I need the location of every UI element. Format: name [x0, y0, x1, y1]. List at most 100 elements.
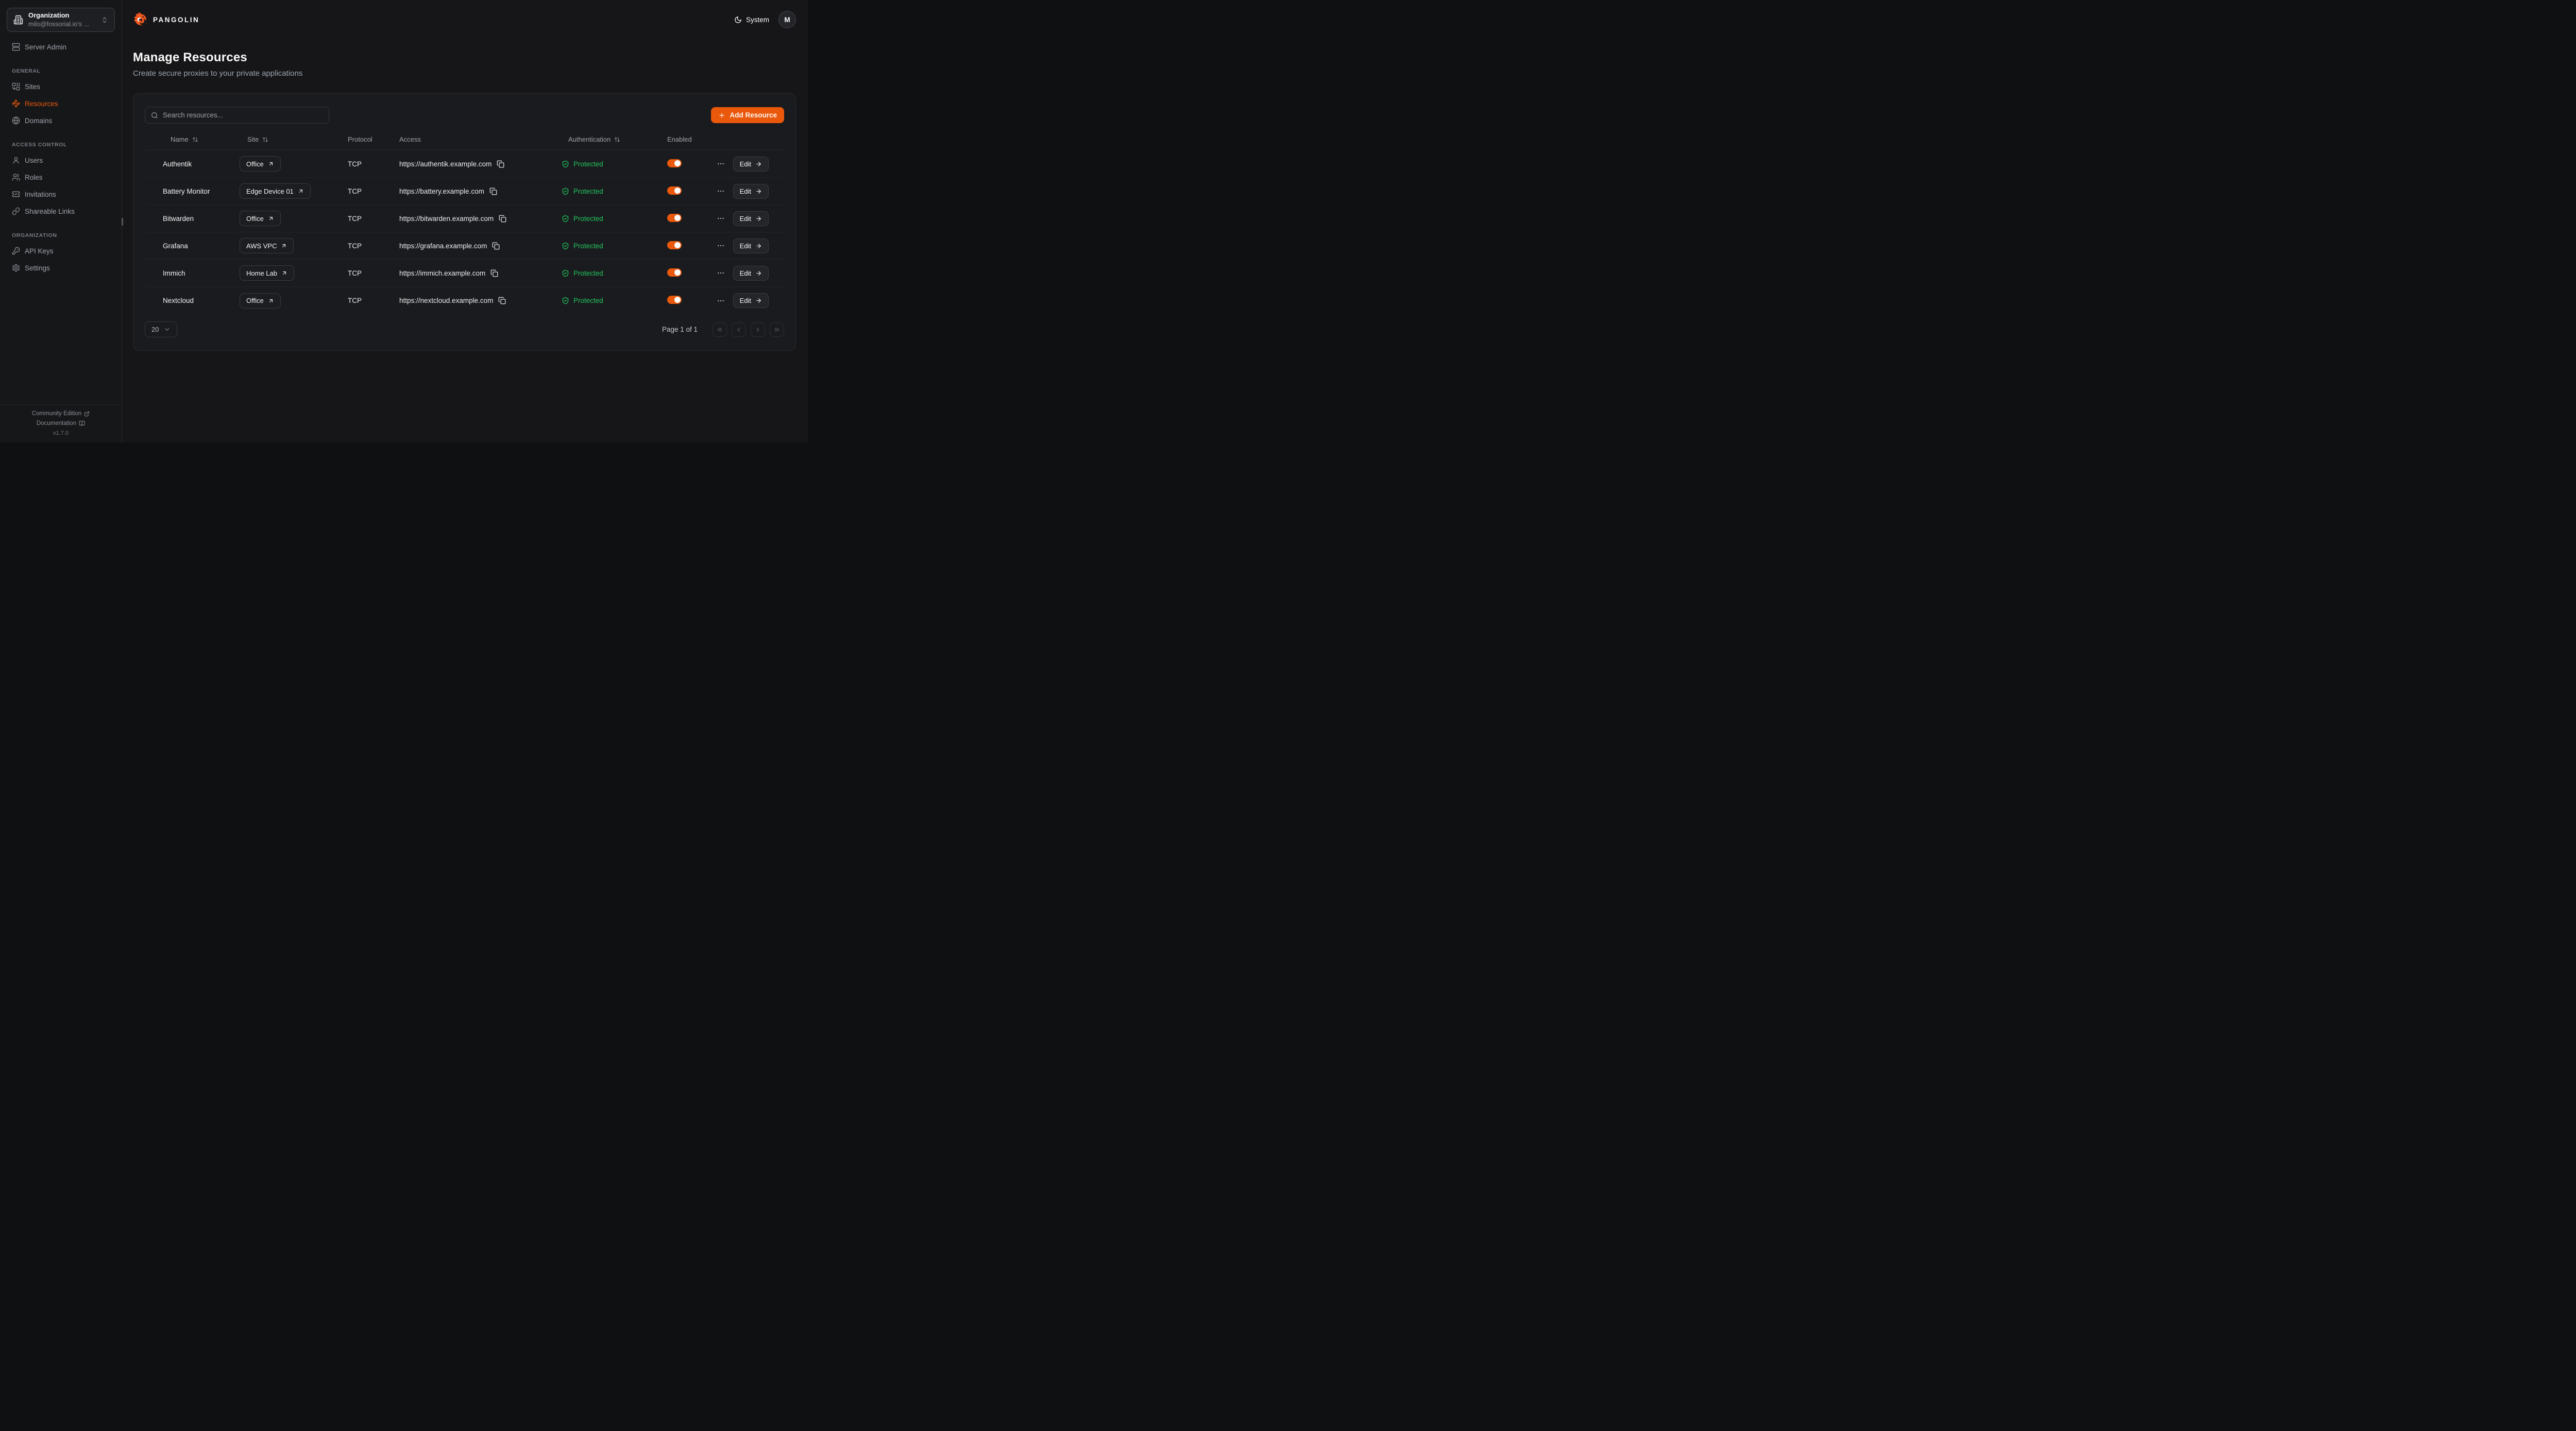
site-link-button[interactable]: Edge Device 01	[240, 183, 311, 199]
copy-icon	[490, 269, 498, 277]
user-avatar[interactable]: M	[778, 11, 796, 28]
column-header-name[interactable]: Name	[163, 135, 240, 143]
brand: PANGOLIN	[133, 12, 199, 27]
sidebar-item-roles[interactable]: Roles	[7, 169, 115, 185]
page-size-select[interactable]: 20	[145, 321, 177, 337]
site-link-button[interactable]: AWS VPC	[240, 238, 294, 253]
app-root: Organization milo@fossorial.io's ... Ser…	[0, 0, 808, 442]
sidebar-item-label: Sites	[25, 83, 40, 91]
row-menu-button[interactable]	[717, 297, 725, 305]
site-link-button[interactable]: Home Lab	[240, 265, 294, 281]
sidebar-item-domains[interactable]: Domains	[7, 113, 115, 128]
theme-toggle-button[interactable]: System	[734, 16, 769, 24]
sidebar-resize-handle[interactable]	[122, 218, 123, 226]
enabled-toggle[interactable]	[667, 296, 682, 304]
resource-url: https://nextcloud.example.com	[399, 297, 493, 304]
ellipsis-icon	[717, 269, 725, 277]
sidebar-item-settings[interactable]: Settings	[7, 260, 115, 276]
resource-protocol: TCP	[348, 242, 399, 250]
column-header-authentication[interactable]: Authentication	[561, 135, 667, 143]
row-menu-button[interactable]	[717, 187, 725, 195]
theme-label: System	[746, 16, 769, 24]
next-page-button[interactable]	[751, 322, 765, 337]
resource-protocol: TCP	[348, 160, 399, 168]
globe-icon	[12, 116, 20, 125]
row-menu-button[interactable]	[717, 214, 725, 223]
site-link-button[interactable]: Office	[240, 211, 281, 226]
copy-icon	[497, 160, 504, 168]
ellipsis-icon	[717, 160, 725, 168]
row-menu-button[interactable]	[717, 269, 725, 277]
org-selector[interactable]: Organization milo@fossorial.io's ...	[7, 8, 115, 32]
resource-protocol: TCP	[348, 297, 399, 304]
enabled-toggle[interactable]	[667, 186, 682, 195]
sidebar-item-label: Settings	[25, 264, 50, 272]
auth-status-badge: Protected	[561, 215, 667, 223]
copy-url-button[interactable]	[490, 269, 498, 277]
site-link-button[interactable]: Office	[240, 293, 281, 309]
edit-button[interactable]: Edit	[733, 293, 769, 308]
enabled-toggle[interactable]	[667, 268, 682, 277]
shield-check-icon	[562, 160, 569, 168]
shield-check-icon	[562, 188, 569, 195]
org-label: Organization	[28, 11, 69, 19]
sidebar-item-invitations[interactable]: Invitations	[7, 186, 115, 202]
copy-icon	[498, 297, 506, 304]
sidebar-item-api-keys[interactable]: API Keys	[7, 243, 115, 259]
copy-url-button[interactable]	[492, 242, 500, 250]
column-header-access: Access	[399, 135, 561, 143]
search-icon	[151, 112, 158, 119]
arrow-right-icon	[755, 270, 762, 277]
sidebar-item-server-admin[interactable]: Server Admin	[7, 39, 115, 55]
search-input[interactable]	[163, 111, 323, 119]
chevrons-left-icon	[716, 326, 723, 333]
pangolin-logo-icon	[133, 12, 148, 27]
edit-button[interactable]: Edit	[733, 157, 769, 172]
copy-url-button[interactable]	[499, 215, 506, 223]
shield-check-icon	[562, 297, 569, 304]
prev-page-button[interactable]	[732, 322, 746, 337]
sidebar-item-sites[interactable]: Sites	[7, 79, 115, 94]
sidebar-item-users[interactable]: Users	[7, 152, 115, 168]
column-header-site[interactable]: Site	[240, 135, 348, 143]
community-edition-link[interactable]: Community Edition	[32, 411, 90, 417]
first-page-button[interactable]	[713, 322, 727, 337]
column-header-protocol: Protocol	[348, 135, 399, 143]
shield-check-icon	[562, 215, 569, 223]
copy-url-button[interactable]	[497, 160, 504, 168]
row-menu-button[interactable]	[717, 242, 725, 250]
page-subtitle: Create secure proxies to your private ap…	[133, 69, 796, 78]
auth-status-badge: Protected	[561, 297, 667, 304]
copy-url-button[interactable]	[498, 297, 506, 304]
edit-button[interactable]: Edit	[733, 238, 769, 253]
external-link-icon	[84, 411, 90, 417]
topbar: PANGOLIN System M	[133, 0, 796, 37]
sidebar-item-resources[interactable]: Resources	[7, 96, 115, 111]
table-row: Authentik Office TCP https://authentik.e…	[145, 150, 784, 178]
chevron-left-icon	[735, 326, 742, 333]
resource-name: Battery Monitor	[163, 188, 240, 195]
sidebar-item-shareable-links[interactable]: Shareable Links	[7, 203, 115, 219]
resource-url: https://grafana.example.com	[399, 242, 487, 250]
plus-icon	[718, 112, 725, 119]
documentation-link[interactable]: Documentation	[37, 420, 85, 427]
edit-button[interactable]: Edit	[733, 266, 769, 281]
chevron-down-icon	[164, 326, 171, 333]
edit-button[interactable]: Edit	[733, 211, 769, 226]
sidebar-item-label: Invitations	[25, 191, 56, 198]
add-resource-button[interactable]: Add Resource	[711, 107, 784, 123]
resource-name: Bitwarden	[163, 215, 240, 223]
copy-url-button[interactable]	[489, 188, 497, 195]
arrow-up-right-icon	[281, 243, 287, 249]
copy-icon	[489, 188, 497, 195]
resource-protocol: TCP	[348, 269, 399, 277]
enabled-toggle[interactable]	[667, 159, 682, 167]
site-link-button[interactable]: Office	[240, 156, 281, 172]
key-icon	[12, 247, 20, 255]
row-menu-button[interactable]	[717, 160, 725, 168]
last-page-button[interactable]	[770, 322, 784, 337]
enabled-toggle[interactable]	[667, 241, 682, 249]
enabled-toggle[interactable]	[667, 214, 682, 222]
edit-button[interactable]: Edit	[733, 184, 769, 199]
table-body: Authentik Office TCP https://authentik.e…	[145, 150, 784, 314]
